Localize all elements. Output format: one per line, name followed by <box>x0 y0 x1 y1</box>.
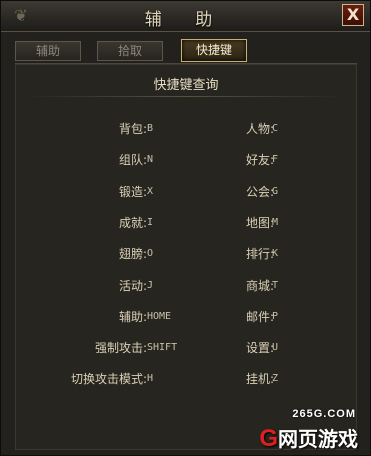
shortcuts-panel: 快捷键查询 背包: B 人物: C 组队: N 好友: F 锻造: X 公会: G 成就: I 地图: M 翅膀… <box>15 64 357 450</box>
shortcut-key: C <box>272 123 279 134</box>
shortcut-row: 组队: N 好友: F <box>16 150 358 170</box>
watermark-domain: 265G.COM <box>292 408 356 420</box>
shortcut-label: 强制攻击: <box>94 341 147 356</box>
shortcut-label: 组队: <box>118 153 147 168</box>
tab-assist[interactable]: 辅助 <box>15 41 81 61</box>
shortcut-key: H <box>147 373 154 385</box>
shortcut-key: O <box>147 248 154 260</box>
shortcut-key: T <box>272 279 279 291</box>
shortcut-label: 人物: <box>245 122 274 136</box>
shortcut-key: F <box>272 154 279 166</box>
shortcut-label: 背包: <box>118 122 147 136</box>
section-title: 快捷键查询 <box>153 78 219 93</box>
shortcut-label: 商城: <box>245 278 274 293</box>
shortcut-key: K <box>272 248 279 260</box>
shortcut-label: 好友: <box>245 153 274 168</box>
watermark-logo: G网页游戏 <box>259 423 358 452</box>
shortcut-row: 成就: I 地图: M <box>16 213 358 233</box>
shortcut-row: 活动: J 商城: T <box>16 276 358 296</box>
tab-pickup[interactable]: 拾取 <box>97 41 163 61</box>
assist-window: ❦ 辅 助 X 辅助 拾取 快捷键 快捷键查询 背包: B 人物: C 组队: N 好友: F… <box>0 0 371 456</box>
shortcut-label: 邮件: <box>245 309 274 324</box>
shortcut-key: B <box>147 123 154 134</box>
shortcut-key: X <box>147 185 154 197</box>
tab-shortcuts[interactable]: 快捷键 <box>181 39 247 62</box>
shortcut-key: I <box>147 216 154 228</box>
watermark-logo-g: G <box>259 425 278 452</box>
shortcut-label: 成就: <box>118 215 147 230</box>
shortcut-key: G <box>272 185 279 197</box>
watermark-logo-text: 网页游戏 <box>278 429 358 451</box>
shortcut-row: 翅膀: O 排行: K <box>16 244 358 264</box>
shortcut-row: 切换攻击模式: H 挂机: Z <box>16 369 358 389</box>
shortcut-row: 背包: B 人物: C <box>16 119 358 139</box>
shortcut-label: 公会: <box>245 184 274 199</box>
shortcut-label: 地图: <box>245 215 274 230</box>
divider <box>26 96 346 97</box>
tab-bar: 辅助 拾取 快捷键 <box>15 38 357 64</box>
shortcut-label: 辅助: <box>118 309 147 324</box>
shortcut-row: 锻造: X 公会: G <box>16 182 358 202</box>
shortcut-label: 排行: <box>245 247 274 262</box>
shortcut-row: 辅助: HOME 邮件: P <box>16 307 358 327</box>
shortcut-key: Z <box>272 373 279 385</box>
shortcut-key: M <box>272 216 279 228</box>
shortcut-label: 锻造: <box>118 184 147 199</box>
shortcut-key: P <box>272 310 279 322</box>
shortcut-key: J <box>147 279 154 291</box>
shortcut-label: 翅膀: <box>118 247 147 262</box>
title-bar[interactable]: ❦ 辅 助 X <box>1 1 370 32</box>
shortcut-label: 活动: <box>118 278 147 293</box>
shortcut-key: U <box>272 342 279 354</box>
shortcut-label: 设置: <box>245 341 274 356</box>
window-title: 辅 助 <box>144 10 227 30</box>
shortcut-row: 强制攻击: SHIFT 设置: U <box>16 338 358 358</box>
shortcut-key: N <box>147 154 154 166</box>
shortcut-label: 挂机: <box>245 372 274 387</box>
close-button[interactable]: X <box>342 4 364 26</box>
shortcut-label: 切换攻击模式: <box>70 372 147 387</box>
